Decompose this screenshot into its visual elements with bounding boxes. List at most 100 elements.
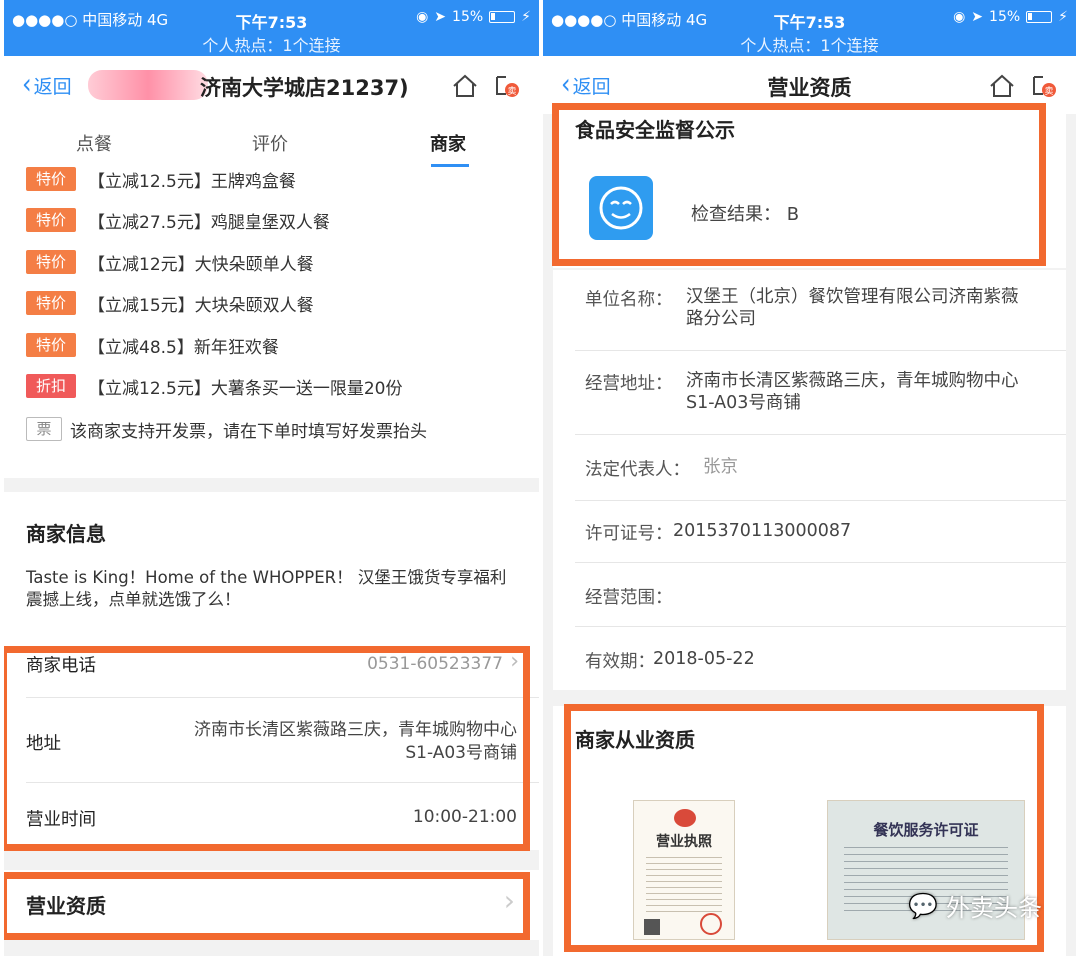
discount-tag: 折扣 xyxy=(26,374,76,398)
back-label: 返回 xyxy=(33,76,72,98)
location-arrow-icon: ➤ xyxy=(434,9,447,25)
nav-bar: ‹ 返回 济南大学城店21237) 卖 xyxy=(4,56,539,114)
promo-tag: 特价 xyxy=(26,208,76,232)
scope-label: 经营范围： xyxy=(585,588,673,608)
business-license-image[interactable]: 营业执照 xyxy=(633,800,735,940)
address-line-1: 济南市长清区紫薇路三庆，青年城购物中心 xyxy=(194,720,517,740)
divider xyxy=(575,562,1066,563)
legal-rep-label: 法定代表人： xyxy=(585,460,690,480)
food-safety-title: 食品安全监督公示 xyxy=(575,118,735,142)
smiley-face-icon xyxy=(589,176,653,240)
hotspot-banner[interactable]: 个人热点：1个连接 xyxy=(4,32,539,56)
promo-text: 【立减12.5元】王牌鸡盒餐 xyxy=(88,171,296,192)
promotions-panel: 特价 【立减12.5元】王牌鸡盒餐 特价 【立减27.5元】鸡腿皇堡双人餐 特价… xyxy=(4,166,539,478)
merchant-description: Taste is King！Home of the WHOPPER！ 汉堡王饿货… xyxy=(26,568,507,609)
promo-item: 特价 【立减15元】大块朵颐双人餐 xyxy=(26,290,314,316)
tab-bar: 点餐 评价 商家 xyxy=(4,114,539,168)
left-phone-screen: ●●●●○ 中国移动 4G 下午7:53 ◉ ➤ 15% ⚡ 个人热点：1个连接… xyxy=(4,0,539,956)
shopping-bag-icon[interactable]: 卖 xyxy=(1029,71,1057,99)
charging-icon: ⚡ xyxy=(1058,9,1068,25)
divider xyxy=(26,782,539,783)
divider xyxy=(575,350,1066,351)
license-text-lines xyxy=(646,857,722,917)
merchant-info-panel: 商家信息 Taste is King！Home of the WHOPPER！ … xyxy=(4,492,539,850)
invoice-note: 票 该商家支持开发票，请在下单时填写好发票抬头 xyxy=(26,416,427,442)
unit-name-label: 单位名称： xyxy=(585,290,673,310)
license-no-label: 许可证号： xyxy=(585,524,673,544)
phone-label: 商家电话 xyxy=(26,656,96,676)
promo-tag: 特价 xyxy=(26,167,76,191)
hotspot-banner[interactable]: 个人热点：1个连接 xyxy=(543,32,1076,56)
validity-value: 2018-05-22 xyxy=(653,649,755,669)
divider xyxy=(575,500,1066,501)
address-label: 经营地址： xyxy=(585,374,673,394)
license2-title: 餐饮服务许可证 xyxy=(873,821,979,839)
page-title: 济南大学城店21237) xyxy=(200,76,409,100)
promo-text: 【立减15元】大块朵颐双人餐 xyxy=(88,295,314,316)
lock-rotation-icon: ◉ xyxy=(953,9,966,25)
promo-tag: 特价 xyxy=(26,250,76,274)
charging-icon: ⚡ xyxy=(521,9,531,25)
promo-item: 特价 【立减12.5元】王牌鸡盒餐 xyxy=(26,166,296,192)
emblem-icon xyxy=(674,809,696,827)
invoice-text: 该商家支持开发票，请在下单时填写好发票抬头 xyxy=(70,421,427,442)
hours-value: 10:00-21:00 xyxy=(412,807,517,827)
back-button[interactable]: ‹ 返回 xyxy=(22,70,72,99)
legal-rep-value: 张京 xyxy=(703,457,738,477)
watermark: 💬 外卖头条 xyxy=(908,888,1042,923)
qualification-label: 营业资质 xyxy=(26,894,106,918)
battery-percent: 15% xyxy=(989,9,1021,25)
lock-rotation-icon: ◉ xyxy=(416,9,429,25)
stamp-icon xyxy=(700,913,722,935)
divider xyxy=(575,626,1066,627)
divider xyxy=(575,434,1066,435)
qualification-title: 商家从业资质 xyxy=(575,728,695,752)
shopping-bag-icon[interactable]: 卖 xyxy=(492,71,520,99)
tab-reviews[interactable]: 评价 xyxy=(252,130,288,156)
battery-percent: 15% xyxy=(452,9,484,25)
svg-text:卖: 卖 xyxy=(1044,86,1053,97)
merchant-info-title: 商家信息 xyxy=(26,522,106,546)
inspection-result: 检查结果： B xyxy=(691,204,800,225)
status-right: ◉ ➤ 15% ⚡ xyxy=(416,9,531,25)
address-value: 济南市长清区紫薇路三庆，青年城购物中心 S1-A03号商铺 xyxy=(194,719,517,765)
promo-text: 【立减27.5元】鸡腿皇堡双人餐 xyxy=(88,212,330,233)
promo-item: 特价 【立减12元】大快朵颐单人餐 xyxy=(26,249,314,275)
status-bar: ●●●●○ 中国移动 4G 下午7:53 ◉ ➤ 15% ⚡ 个人热点：1个连接 xyxy=(543,0,1076,56)
validity-label: 有效期： xyxy=(585,652,655,672)
promo-text: 【立减12元】大快朵颐单人餐 xyxy=(88,254,314,275)
license1-title: 营业执照 xyxy=(656,834,712,850)
chevron-right-icon: › xyxy=(503,884,515,917)
promo-item: 特价 【立减48.5】新年狂欢餐 xyxy=(26,332,279,358)
address-label: 地址 xyxy=(26,734,61,754)
promo-item: 特价 【立减27.5元】鸡腿皇堡双人餐 xyxy=(26,207,330,233)
active-tab-indicator xyxy=(431,164,469,167)
tab-order[interactable]: 点餐 xyxy=(76,130,112,156)
qualification-row[interactable]: 营业资质 › xyxy=(4,870,539,940)
license-no-value: 2015370113000087 xyxy=(673,521,852,541)
battery-icon xyxy=(1026,11,1053,23)
status-bar: ●●●●○ 中国移动 4G 下午7:53 ◉ ➤ 15% ⚡ 个人热点：1个连接 xyxy=(4,0,539,56)
address-line-2: S1-A03号商铺 xyxy=(405,743,517,763)
address-value: 济南市长清区紫薇路三庆，青年城购物中心S1-A03号商铺 xyxy=(686,371,1019,413)
divider xyxy=(26,697,539,698)
promo-tag: 特价 xyxy=(26,333,76,357)
wechat-icon: 💬 xyxy=(908,891,938,920)
status-right: ◉ ➤ 15% ⚡ xyxy=(953,9,1068,25)
hours-label: 营业时间 xyxy=(26,810,96,830)
unit-name-value: 汉堡王（北京）餐饮管理有限公司济南紫薇路分公司 xyxy=(686,287,1019,329)
home-icon[interactable] xyxy=(989,73,1015,99)
business-info-panel: 单位名称： 汉堡王（北京）餐饮管理有限公司济南紫薇路分公司 经营地址： 济南市长… xyxy=(553,270,1066,690)
invoice-tag: 票 xyxy=(26,417,62,441)
qr-code-icon xyxy=(644,919,660,935)
watermark-text: 外卖头条 xyxy=(946,894,1042,922)
blurred-store-name xyxy=(88,70,208,100)
battery-icon xyxy=(489,11,516,23)
svg-text:卖: 卖 xyxy=(507,86,516,97)
chevron-right-icon: › xyxy=(510,649,519,674)
tab-merchant[interactable]: 商家 xyxy=(430,130,466,156)
promo-item: 折扣 【立减12.5元】大薯条买一送一限量20份 xyxy=(26,373,402,399)
home-icon[interactable] xyxy=(452,73,478,99)
phone-value[interactable]: 0531-60523377 xyxy=(367,653,503,676)
right-phone-screen: ●●●●○ 中国移动 4G 下午7:53 ◉ ➤ 15% ⚡ 个人热点：1个连接… xyxy=(543,0,1076,956)
